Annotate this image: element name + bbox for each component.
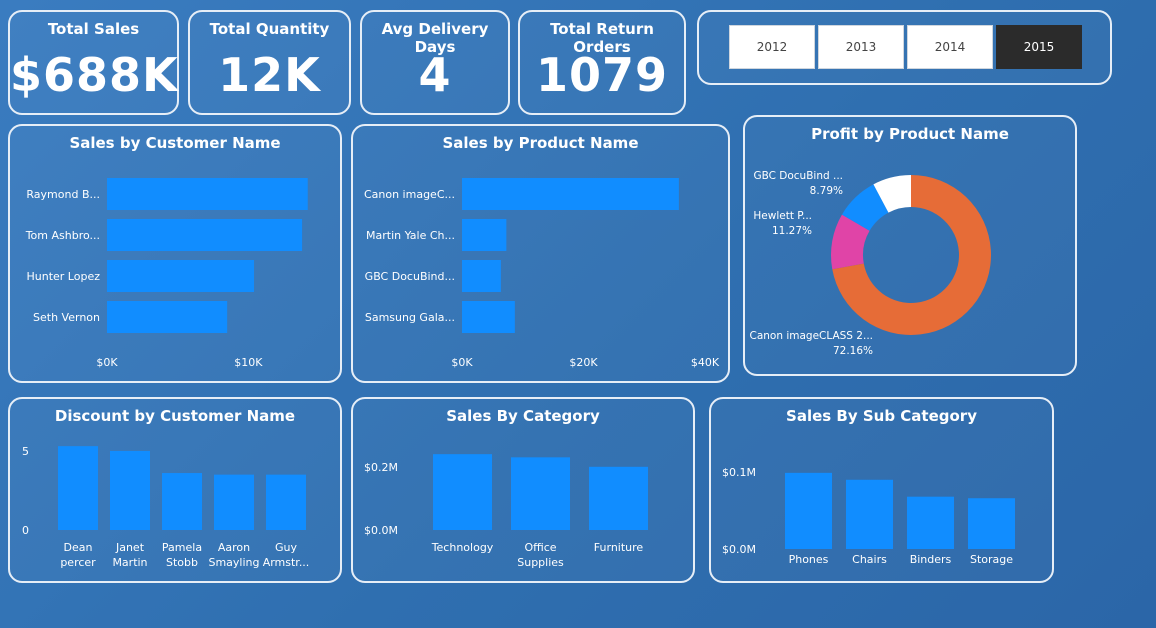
kpi-card-total-quantity: Total Quantity 12K	[188, 10, 351, 115]
kpi-title: Total Quantity	[209, 20, 330, 38]
kpi-value: 12K	[218, 48, 321, 102]
chart-card-sales-by-product: Sales by Product Name Canon imageC... Mar…	[351, 124, 730, 383]
bar	[589, 466, 648, 530]
category-label: Supplies	[517, 556, 564, 569]
bar	[162, 473, 202, 530]
category-label: Hunter Lopez	[26, 270, 100, 283]
bar	[433, 454, 492, 530]
slice-label: GBC DocuBind ...	[753, 170, 843, 182]
kpi-value: 1079	[535, 48, 669, 102]
bar	[462, 219, 507, 251]
bar	[846, 479, 893, 549]
category-label: Seth Vernon	[33, 311, 100, 324]
slice-label: Canon imageCLASS 2...	[749, 330, 873, 342]
y-tick-label: $0.2M	[364, 461, 398, 474]
category-label: Stobb	[166, 556, 198, 569]
y-tick-label: $0.1M	[722, 466, 756, 479]
category-label: Janet	[115, 541, 145, 554]
slice-percent-label: 11.27%	[772, 225, 812, 237]
sales-by-product-chart: Canon imageC... Martin Yale Ch... GBC Docu…	[364, 178, 720, 369]
kpi-card-avg-delivery-days: Avg Delivery Days 4	[360, 10, 510, 115]
bar	[58, 446, 98, 530]
category-label: Canon imageC...	[364, 188, 455, 201]
profit-by-product-donut: Canon imageCLASS 2... 72.16% Hewlett P... 1…	[749, 170, 991, 357]
category-label: Smayling	[208, 556, 259, 569]
bar	[107, 301, 228, 333]
category-label: Martin	[112, 556, 147, 569]
y-tick-label: $0.0M	[722, 543, 756, 556]
year-button-2012[interactable]: 2012	[729, 25, 815, 69]
category-label: Office	[524, 541, 556, 554]
category-label: Samsung Gala...	[365, 311, 455, 324]
slice-label: Hewlett P...	[753, 210, 812, 222]
bar	[107, 219, 303, 251]
y-tick-label: 5	[22, 445, 29, 458]
x-tick-label: $0K	[451, 356, 473, 369]
sales-by-category-chart: Technology Office Supplies Furniture $0.0M $0…	[364, 454, 648, 569]
x-tick-label: $40K	[691, 356, 720, 369]
x-tick-label: $0K	[96, 356, 118, 369]
category-label: Technology	[431, 541, 494, 554]
chart-card-discount-by-customer: Discount by Customer Name Dean percer Jane…	[8, 397, 342, 583]
bar	[462, 260, 501, 292]
category-label: Dean	[64, 541, 93, 554]
chart-card-profit-by-product: Profit by Product Name Canon imageCLASS …	[743, 115, 1077, 376]
sales-by-customer-chart: Raymond B... Tom Ashbro... Hunter Lopez Set…	[25, 178, 308, 369]
category-label: Phones	[789, 553, 829, 566]
x-tick-label: $10K	[234, 356, 263, 369]
year-button-2015[interactable]: 2015	[996, 25, 1082, 69]
category-label: Guy	[275, 541, 297, 554]
category-label: Aaron	[218, 541, 250, 554]
chart-card-sales-by-customer: Sales by Customer Name Raymond B... Tom A…	[8, 124, 342, 383]
chart-card-sales-by-subcategory: Sales By Sub Category Phones Chairs Binder…	[709, 397, 1054, 583]
category-label: Binders	[910, 553, 952, 566]
bar	[907, 496, 954, 549]
bar	[462, 301, 515, 333]
bar	[968, 498, 1015, 549]
bar	[462, 178, 679, 210]
kpi-title: Total Sales	[47, 20, 140, 38]
year-button-2014[interactable]: 2014	[907, 25, 993, 69]
kpi-value: $688K	[10, 48, 179, 102]
x-tick-label: $20K	[569, 356, 598, 369]
kpi-card-total-sales: Total Sales $688K	[8, 10, 179, 115]
category-label: Pamela	[162, 541, 202, 554]
category-label: Furniture	[594, 541, 644, 554]
kpi-card-total-return-orders: Total Return Orders 1079	[518, 10, 686, 115]
category-label: percer	[60, 556, 96, 569]
category-label: Chairs	[852, 553, 887, 566]
kpi-value: 4	[418, 48, 452, 102]
category-label: Armstr...	[263, 556, 310, 569]
chart-card-sales-by-category: Sales By Category Technology Office Suppli…	[351, 397, 695, 583]
category-label: GBC DocuBind...	[365, 270, 455, 283]
category-label: Storage	[970, 553, 1013, 566]
bar	[511, 457, 570, 530]
bar	[214, 474, 254, 530]
slice-percent-label: 72.16%	[833, 345, 873, 357]
bar	[785, 472, 832, 549]
year-button-2013[interactable]: 2013	[818, 25, 904, 69]
category-label: Tom Ashbro...	[25, 229, 100, 242]
y-tick-label: 0	[22, 524, 29, 537]
bar	[110, 450, 150, 530]
discount-by-customer-chart: Dean percer Janet Martin Pamela Stobb Aaron Sma…	[22, 445, 310, 569]
bar	[266, 474, 306, 530]
year-slicer: 2012 2013 2014 2015	[697, 10, 1112, 85]
bar	[107, 260, 255, 292]
slice-percent-label: 8.79%	[810, 185, 843, 197]
category-label: Raymond B...	[26, 188, 100, 201]
category-label: Martin Yale Ch...	[366, 229, 455, 242]
bar	[107, 178, 308, 210]
y-tick-label: $0.0M	[364, 524, 398, 537]
sales-by-subcategory-chart: Phones Chairs Binders Storage $0.0M $0.1M	[722, 466, 1015, 566]
